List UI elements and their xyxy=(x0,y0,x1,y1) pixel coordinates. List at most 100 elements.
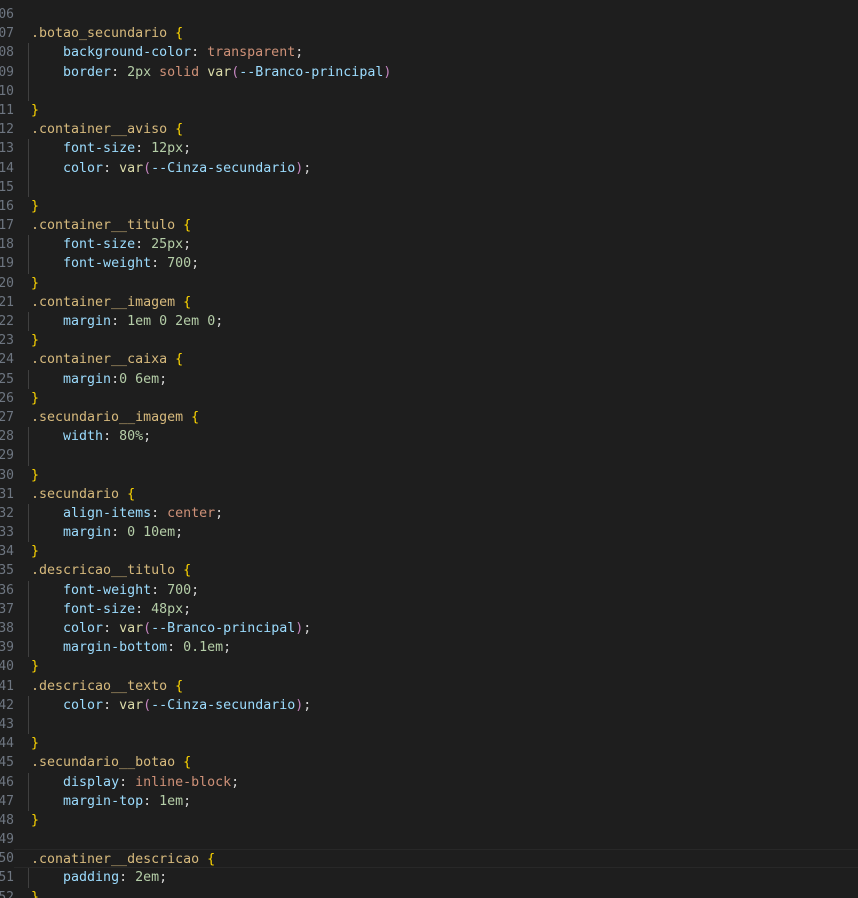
code-line[interactable]: font-weight: 700; xyxy=(14,254,858,274)
code-token-punc: : xyxy=(103,621,120,636)
code-token-brace: { xyxy=(175,26,184,42)
code-text-surface[interactable]: .botao_secundario { background-color: tr… xyxy=(0,5,858,898)
code-line[interactable]: .container__imagem { xyxy=(14,293,858,312)
code-token-punc: : xyxy=(111,314,128,329)
code-token-brace: } xyxy=(31,812,40,828)
code-line[interactable] xyxy=(14,177,858,198)
code-line[interactable] xyxy=(14,5,858,24)
code-token-var: --Branco-principal xyxy=(239,64,384,80)
code-line[interactable]: } xyxy=(14,811,858,830)
line-number: 148 xyxy=(0,812,14,828)
line-number: 136 xyxy=(0,582,14,598)
code-token-kw: center xyxy=(167,505,216,521)
code-token-punc: ; xyxy=(303,621,312,636)
code-line[interactable]: margin: 0 10em; xyxy=(14,523,858,543)
code-token-paren: ) xyxy=(383,64,392,80)
code-line[interactable]: margin: 1em 0 2em 0; xyxy=(14,312,858,332)
code-line[interactable]: font-weight: 700; xyxy=(14,580,858,601)
code-token-punc: : xyxy=(103,429,120,445)
line-number: 142 xyxy=(0,697,14,713)
code-line[interactable]: } xyxy=(14,274,858,293)
code-token-punc xyxy=(151,314,159,329)
line-number: 113 xyxy=(0,141,14,157)
code-token-brace: } xyxy=(31,102,40,118)
code-line[interactable]: .descricao__titulo { xyxy=(14,561,858,580)
code-line[interactable]: margin:0 6em; xyxy=(14,369,858,389)
code-token-num: 2em xyxy=(135,870,160,886)
code-token-num: 1em xyxy=(127,314,152,329)
code-line[interactable] xyxy=(14,830,858,849)
code-token-num: 6em xyxy=(135,371,160,387)
code-token-paren: ( xyxy=(143,697,152,713)
code-line[interactable]: margin-top: 1em; xyxy=(14,791,858,812)
code-line[interactable]: display: inline-block; xyxy=(14,772,858,792)
code-line[interactable]: background-color: transparent; xyxy=(14,43,858,63)
code-token-kw: inline-block xyxy=(135,774,232,790)
code-token-num: 10em xyxy=(143,525,176,541)
code-token-sel: .container__imagem xyxy=(31,294,184,310)
line-number: 143 xyxy=(0,716,14,732)
line-number: 125 xyxy=(0,371,14,387)
code-line[interactable]: } xyxy=(14,542,858,561)
code-line[interactable]: } xyxy=(14,657,858,676)
code-token-punc: : xyxy=(135,601,152,617)
line-number: 109 xyxy=(0,64,14,80)
code-token-prop: margin xyxy=(63,525,112,541)
line-number: 150 xyxy=(0,851,14,867)
code-line[interactable]: } xyxy=(14,888,858,898)
code-line[interactable]: .secundario__botao { xyxy=(14,753,858,772)
code-line[interactable]: } xyxy=(14,466,858,485)
code-line[interactable]: font-size: 12px; xyxy=(14,139,858,159)
code-line[interactable]: width: 80%; xyxy=(14,427,858,447)
code-line[interactable] xyxy=(14,714,858,735)
code-line-current[interactable]: .conatiner__descricao { xyxy=(0,849,858,869)
code-line[interactable]: padding: 2em; xyxy=(14,868,858,888)
code-token-num: 1em xyxy=(159,793,184,809)
code-line[interactable]: } xyxy=(14,197,858,216)
code-line[interactable]: } xyxy=(14,389,858,408)
line-number: 116 xyxy=(0,198,14,214)
code-token-punc: : xyxy=(103,697,120,713)
code-token-prop: padding xyxy=(63,870,120,886)
code-line[interactable]: align-items: center; xyxy=(14,503,858,524)
code-token-prop: margin xyxy=(63,371,112,387)
code-token-sel: .container__titulo xyxy=(31,218,184,234)
code-token-num: 700 xyxy=(167,256,192,272)
code-line[interactable]: font-size: 48px; xyxy=(14,599,858,620)
code-line[interactable]: .container__titulo { xyxy=(14,216,858,235)
code-line[interactable]: .container__caixa { xyxy=(14,350,858,369)
code-line[interactable]: .descricao__texto { xyxy=(14,677,858,696)
code-line[interactable]: } xyxy=(14,734,858,753)
code-token-punc: ; xyxy=(223,640,232,656)
code-token-punc: ; xyxy=(183,237,192,253)
code-line[interactable]: .container__aviso { xyxy=(14,120,858,139)
code-line[interactable]: .secundario { xyxy=(14,485,858,504)
code-line[interactable]: .secundario__imagem { xyxy=(14,408,858,427)
code-token-punc: : xyxy=(191,45,208,61)
line-number: 149 xyxy=(0,832,14,848)
code-line[interactable]: } xyxy=(14,331,858,350)
code-token-brace: } xyxy=(31,889,40,898)
code-line[interactable]: color: var(--Branco-principal); xyxy=(14,619,858,639)
code-line[interactable]: color: var(--Cinza-secundario); xyxy=(14,158,858,178)
code-line[interactable] xyxy=(14,81,858,102)
code-line[interactable] xyxy=(14,446,858,466)
code-line[interactable]: } xyxy=(14,101,858,120)
code-line[interactable]: border: 2px solid var(--Branco-principal… xyxy=(14,62,858,82)
code-token-brace: { xyxy=(175,678,184,694)
code-token-prop: font-size xyxy=(63,141,136,157)
code-token-sel: .descricao__texto xyxy=(31,678,176,694)
code-line[interactable]: font-size: 25px; xyxy=(14,235,858,255)
code-editor[interactable]: 106 107 108 109 110 111 112 113 114 115 116 117 118 1… xyxy=(0,0,858,898)
code-line[interactable]: margin-bottom: 0.1em; xyxy=(14,638,858,658)
code-token-kw: transparent xyxy=(207,45,296,61)
line-number: 132 xyxy=(0,505,14,521)
code-line[interactable]: color: var(--Cinza-secundario); xyxy=(14,695,858,716)
code-token-brace: } xyxy=(31,544,40,560)
code-line[interactable]: .botao_secundario { xyxy=(14,24,858,43)
